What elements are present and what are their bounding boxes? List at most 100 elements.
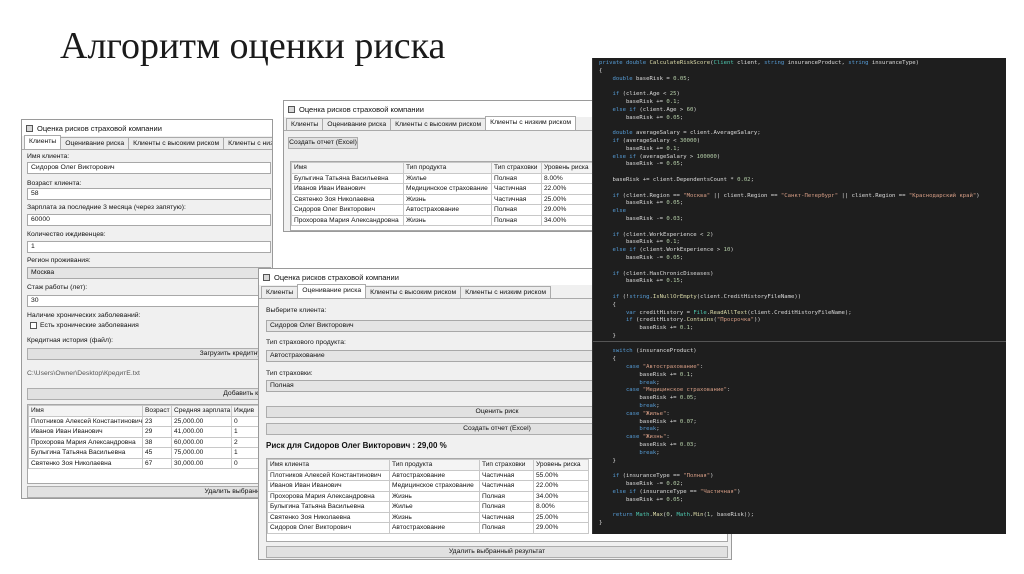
column-header[interactable]: Возраст bbox=[142, 405, 172, 417]
insurance-type-label: Тип страховки: bbox=[266, 370, 313, 377]
code-token: case bbox=[599, 387, 643, 394]
code-token: baseRisk += client.DependentsCount * bbox=[599, 176, 738, 183]
cell: 41,000.00 bbox=[171, 426, 232, 438]
code-line: baseRisk += 0.05; bbox=[599, 115, 1006, 123]
code-token: baseRisk += bbox=[599, 325, 680, 332]
code-token: case bbox=[599, 410, 643, 417]
table-row[interactable]: Иванов Иван Иванович Медицинское страхова… bbox=[291, 183, 592, 195]
tab-high-risk[interactable]: Клиенты с высоким риском bbox=[365, 286, 462, 298]
delete-result-button[interactable]: Удалить выбранный результат bbox=[266, 546, 728, 558]
table-row[interactable]: Булыгина Татьяна Васильевна Жилье Полная 8.… bbox=[291, 172, 592, 184]
code-token: (creditHistory. bbox=[632, 317, 687, 324]
dependents-input[interactable]: 1 bbox=[27, 241, 271, 253]
experience-input[interactable]: 30 bbox=[27, 295, 271, 307]
tab-clients[interactable]: Клиенты bbox=[286, 118, 324, 130]
region-select[interactable]: Москва bbox=[27, 267, 271, 279]
tab-clients[interactable]: Клиенты bbox=[24, 135, 62, 149]
column-header[interactable]: Средняя зарплата bbox=[171, 405, 232, 417]
cell: Сидоров Олег Викторович bbox=[267, 522, 390, 534]
age-input[interactable]: 58 bbox=[27, 188, 271, 200]
code-line: case "Автострахование": bbox=[599, 364, 1006, 372]
code-line: baseRisk += client.DependentsCount * 0.0… bbox=[599, 177, 1006, 185]
cell: Полная bbox=[491, 204, 542, 216]
column-header[interactable]: Тип страховки bbox=[491, 162, 542, 174]
code-token: ; bbox=[679, 200, 684, 207]
chronic-label: Наличие хронических заболеваний: bbox=[27, 312, 141, 319]
column-header[interactable]: Имя bbox=[28, 405, 143, 417]
create-report-button[interactable]: Создать отчет (Excel) bbox=[288, 137, 358, 149]
table-row[interactable]: Святенко Зоя Николаевна Жизнь Частичная 25.… bbox=[267, 511, 589, 523]
cell: 45 bbox=[142, 447, 172, 459]
code-token: "Москва" bbox=[683, 192, 711, 199]
tab-risk-assessment[interactable]: Оценивание риска bbox=[297, 284, 367, 298]
code-token: : bbox=[666, 434, 670, 441]
name-input[interactable]: Сидоров Олег Викторович bbox=[27, 162, 271, 174]
tab-low-risk[interactable]: Клиенты с низким риском bbox=[460, 286, 552, 298]
checkbox-icon[interactable] bbox=[30, 322, 37, 329]
table-row[interactable]: Иванов Иван Иванович Медицинское страхова… bbox=[267, 480, 589, 492]
table-row[interactable]: Святенко Зоя Николаевна 67 30,000.00 0 bbox=[28, 457, 270, 469]
column-header[interactable]: Уровень риска bbox=[533, 459, 589, 471]
table-row[interactable]: Иванов Иван Иванович 29 41,000.00 1 bbox=[28, 426, 270, 438]
tab-risk-assessment[interactable]: Оценивание риска bbox=[322, 118, 392, 130]
cell: Частичная bbox=[479, 511, 534, 523]
cell: 29.00% bbox=[541, 204, 592, 216]
code-token: else if bbox=[599, 247, 637, 254]
table-row[interactable]: Плотников Алексей Константинович 23 25,000… bbox=[28, 415, 270, 427]
code-token: averageSalary = client.AverageSalary; bbox=[632, 130, 761, 137]
cell: Частичная bbox=[491, 183, 542, 195]
code-token: : bbox=[726, 387, 731, 394]
cell: Частичная bbox=[479, 480, 534, 492]
table-row[interactable]: Сидоров Олег Викторович Автострахование По… bbox=[267, 522, 589, 534]
cell: Медицинское страхование bbox=[403, 183, 492, 195]
code-token: 0.05 bbox=[666, 114, 680, 121]
table-row[interactable]: Прохорова Мария Александровна Жизнь Полная… bbox=[291, 214, 592, 226]
code-token: } bbox=[599, 332, 616, 339]
column-header[interactable]: Тип продукта bbox=[389, 459, 480, 471]
load-credit-history-button[interactable]: Загрузить кредитную bbox=[27, 348, 271, 360]
cell: 22.00% bbox=[541, 183, 592, 195]
code-line: break; bbox=[599, 380, 1006, 388]
code-token: string bbox=[629, 293, 650, 300]
cell: Жизнь bbox=[389, 490, 480, 502]
tab-high-risk[interactable]: Клиенты с высоким риском bbox=[128, 137, 225, 149]
tab-low-risk[interactable]: Клиенты с низким риском bbox=[223, 137, 272, 149]
cell: Плотников Алексей Константинович bbox=[267, 469, 390, 481]
tab-risk-assessment[interactable]: Оценивание риска bbox=[60, 137, 130, 149]
code-token: (client.Age > bbox=[636, 106, 687, 113]
table-row[interactable]: Святенко Зоя Николаевна Жизнь Частичная 25.… bbox=[291, 193, 592, 205]
delete-client-button[interactable]: Удалить выбранног bbox=[27, 486, 271, 498]
column-header[interactable]: Имя клиента bbox=[267, 459, 390, 471]
code-token: { bbox=[599, 356, 616, 363]
tab-high-risk[interactable]: Клиенты с высоким риском bbox=[390, 118, 487, 130]
code-token: var bbox=[599, 309, 637, 316]
cell: Святенко Зоя Николаевна bbox=[291, 193, 404, 205]
add-client-button[interactable]: Добавить кли bbox=[27, 388, 271, 400]
code-token: ReadAllText bbox=[710, 309, 748, 316]
column-header[interactable]: Имя bbox=[291, 162, 404, 174]
tab-clients[interactable]: Клиенты bbox=[261, 286, 299, 298]
table-row[interactable]: Сидоров Олег Викторович Автострахование По… bbox=[291, 204, 592, 216]
table-row[interactable]: Плотников Алексей Константинович Автостра… bbox=[267, 469, 589, 481]
column-header[interactable]: Тип продукта bbox=[403, 162, 492, 174]
chronic-checkbox[interactable]: Есть хронические заболевания bbox=[30, 322, 139, 329]
code-token: (client.Age < bbox=[619, 91, 670, 98]
table-row[interactable]: Булыгина Татьяна Васильевна 45 75,000.00 1 bbox=[28, 447, 270, 459]
low-risk-table-wrap: Имя Тип продукта Тип страховки Уровень р… bbox=[290, 161, 592, 231]
window-title: Оценка рисков страховой компании bbox=[274, 272, 399, 282]
cell: Жизнь bbox=[389, 511, 480, 523]
code-token: if bbox=[599, 231, 620, 238]
salary-input[interactable]: 60000 bbox=[27, 214, 271, 226]
code-line: baseRisk -= 0.05; bbox=[599, 255, 1006, 263]
tab-low-risk[interactable]: Клиенты с низким риском bbox=[485, 116, 577, 130]
column-header[interactable]: Тип страховки bbox=[479, 459, 534, 471]
table-row[interactable]: Прохорова Мария Александровна Жизнь Полная… bbox=[267, 490, 589, 502]
column-header[interactable]: Уровень риска bbox=[541, 162, 592, 174]
cell: Сидоров Олег Викторович bbox=[291, 204, 404, 216]
table-row[interactable]: Прохорова Мария Александровна 38 60,000.00… bbox=[28, 436, 270, 448]
code-line: baseRisk -= 0.03; bbox=[599, 216, 1006, 224]
cell: Полная bbox=[491, 214, 542, 226]
code-token: : bbox=[666, 410, 670, 417]
code-token: Math bbox=[632, 512, 650, 519]
table-row[interactable]: Булыгина Татьяна Васильевна Жилье Полная 8.… bbox=[267, 501, 589, 513]
